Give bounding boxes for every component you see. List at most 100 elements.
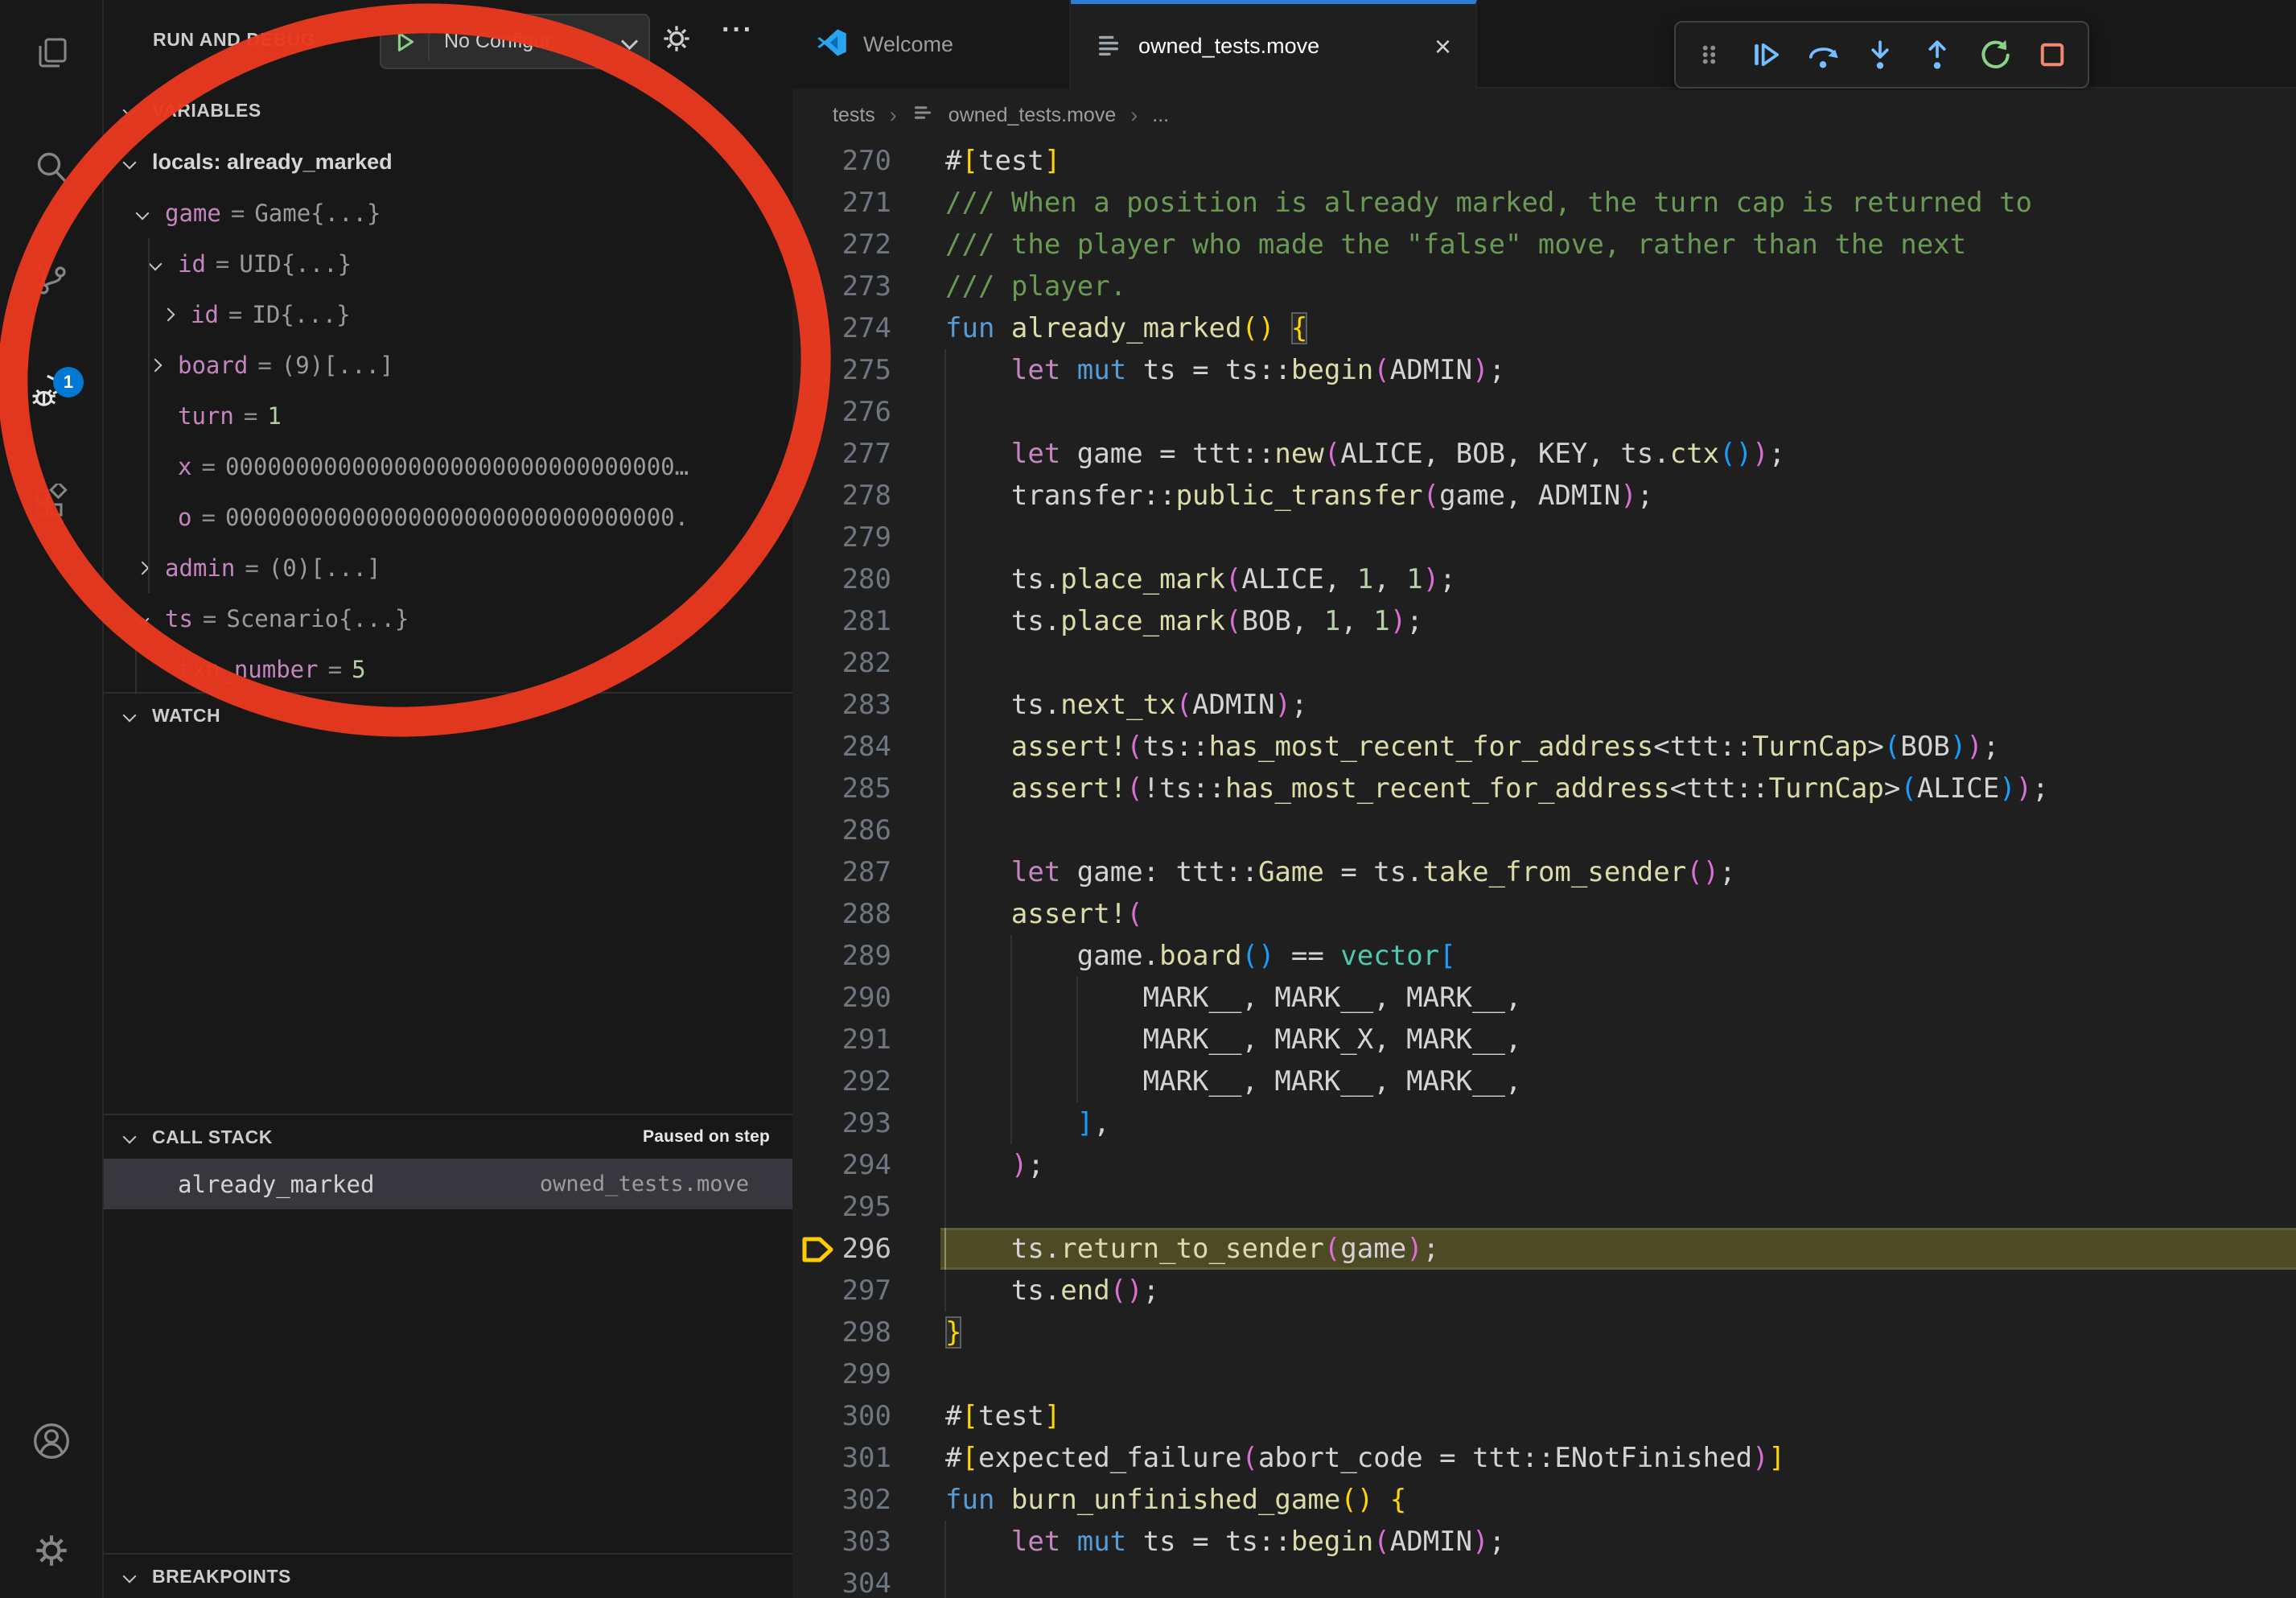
code-line-279[interactable]: 279 bbox=[792, 517, 2296, 558]
more-actions-icon[interactable]: ··· bbox=[722, 14, 754, 46]
line-number[interactable]: 299 bbox=[792, 1353, 891, 1395]
code-line-296[interactable]: 296 ts.return_to_sender(game); bbox=[792, 1228, 2296, 1270]
line-number[interactable]: 287 bbox=[792, 851, 891, 893]
search-icon[interactable] bbox=[0, 149, 102, 187]
line-number[interactable]: 284 bbox=[792, 726, 891, 768]
watch-section-header[interactable]: WATCH bbox=[104, 694, 792, 737]
code-line-303[interactable]: 303 let mut ts = ts::begin(ADMIN); bbox=[792, 1521, 2296, 1563]
line-number[interactable]: 270 bbox=[792, 140, 891, 182]
code-line-271[interactable]: 271/// When a position is already marked… bbox=[792, 182, 2296, 224]
line-number[interactable]: 276 bbox=[792, 391, 891, 433]
chevron-right-icon[interactable] bbox=[147, 360, 163, 370]
debug-stop-icon[interactable] bbox=[2035, 38, 2069, 72]
line-number[interactable]: 282 bbox=[792, 642, 891, 684]
variable-row-id[interactable]: id=ID{...} bbox=[104, 289, 792, 340]
code-line-277[interactable]: 277 let game = ttt::new(ALICE, BOB, KEY,… bbox=[792, 433, 2296, 475]
settings-gear-icon[interactable] bbox=[0, 1530, 102, 1571]
breadcrumb-item-tests[interactable]: tests bbox=[833, 104, 875, 127]
line-number[interactable]: 298 bbox=[792, 1312, 891, 1353]
variable-row-admin[interactable]: admin=(0)[...] bbox=[104, 542, 792, 593]
source-control-icon[interactable] bbox=[0, 259, 102, 298]
line-number[interactable]: 275 bbox=[792, 349, 891, 391]
variable-row-turn[interactable]: turn=1 bbox=[104, 390, 792, 441]
line-number[interactable]: 280 bbox=[792, 558, 891, 600]
variables-section-header[interactable]: VARIABLES bbox=[104, 89, 792, 132]
code-line-273[interactable]: 273/// player. bbox=[792, 266, 2296, 307]
line-number[interactable]: 279 bbox=[792, 517, 891, 558]
line-number[interactable]: 285 bbox=[792, 768, 891, 809]
tab-welcome[interactable]: Welcome bbox=[792, 0, 1071, 89]
line-number[interactable]: 290 bbox=[792, 977, 891, 1019]
code-line-278[interactable]: 278 transfer::public_transfer(game, ADMI… bbox=[792, 475, 2296, 517]
variable-row-id[interactable]: id=UID{...} bbox=[104, 238, 792, 289]
chevron-down-icon[interactable] bbox=[147, 259, 163, 269]
account-icon[interactable] bbox=[0, 1421, 102, 1461]
code-line-301[interactable]: 301#[expected_failure(abort_code = ttt::… bbox=[792, 1437, 2296, 1479]
chevron-right-icon[interactable] bbox=[160, 310, 176, 319]
line-number[interactable]: 288 bbox=[792, 893, 891, 935]
debug-step-out-icon[interactable] bbox=[1920, 38, 1954, 72]
code-line-284[interactable]: 284 assert!(ts::has_most_recent_for_addr… bbox=[792, 726, 2296, 768]
line-number[interactable]: 302 bbox=[792, 1479, 891, 1521]
explorer-icon[interactable] bbox=[0, 35, 102, 73]
code-line-304[interactable]: 304 bbox=[792, 1563, 2296, 1598]
chevron-down-icon[interactable] bbox=[121, 158, 138, 167]
line-number[interactable]: 277 bbox=[792, 433, 891, 475]
variable-row-o[interactable]: o=00000000000000000000000000000000. bbox=[104, 492, 792, 542]
code-line-295[interactable]: 295 bbox=[792, 1186, 2296, 1228]
line-number[interactable]: 295 bbox=[792, 1186, 891, 1228]
chevron-down-icon[interactable] bbox=[134, 614, 150, 624]
code-line-291[interactable]: 291 MARK__, MARK_X, MARK__, bbox=[792, 1019, 2296, 1061]
variable-row-scope[interactable]: locals: already_marked bbox=[104, 137, 792, 187]
code-line-270[interactable]: 270#[test] bbox=[792, 140, 2296, 182]
debug-continue-icon[interactable] bbox=[1748, 38, 1782, 72]
breakpoints-section-header[interactable]: BREAKPOINTS bbox=[104, 1555, 792, 1598]
line-number[interactable]: 291 bbox=[792, 1019, 891, 1061]
variable-row-game[interactable]: game=Game{...} bbox=[104, 187, 792, 238]
code-line-281[interactable]: 281 ts.place_mark(BOB, 1, 1); bbox=[792, 600, 2296, 642]
code-line-289[interactable]: 289 game.board() == vector[ bbox=[792, 935, 2296, 977]
variable-row-x[interactable]: x=00000000000000000000000000000000… bbox=[104, 441, 792, 492]
code-line-287[interactable]: 287 let game: ttt::Game = ts.take_from_s… bbox=[792, 851, 2296, 893]
debug-step-over-icon[interactable] bbox=[1806, 38, 1840, 72]
line-number[interactable]: 281 bbox=[792, 600, 891, 642]
breadcrumb-item-file[interactable]: owned_tests.move bbox=[948, 104, 1116, 127]
line-number[interactable]: 301 bbox=[792, 1437, 891, 1479]
line-number[interactable]: 300 bbox=[792, 1395, 891, 1437]
line-number[interactable]: 272 bbox=[792, 224, 891, 266]
code-line-294[interactable]: 294 ); bbox=[792, 1144, 2296, 1186]
code-line-280[interactable]: 280 ts.place_mark(ALICE, 1, 1); bbox=[792, 558, 2296, 600]
code-line-288[interactable]: 288 assert!( bbox=[792, 893, 2296, 935]
code-line-292[interactable]: 292 MARK__, MARK__, MARK__, bbox=[792, 1061, 2296, 1102]
code-line-282[interactable]: 282 bbox=[792, 642, 2296, 684]
code-line-272[interactable]: 272/// the player who made the "false" m… bbox=[792, 224, 2296, 266]
debug-restart-icon[interactable] bbox=[1978, 38, 2012, 72]
variable-row-txn_number[interactable]: txn_number=5 bbox=[104, 644, 792, 694]
run-and-debug-icon[interactable]: 1 bbox=[0, 372, 102, 412]
debug-settings-gear-icon[interactable] bbox=[659, 21, 694, 60]
line-number[interactable]: 271 bbox=[792, 182, 891, 224]
code-line-286[interactable]: 286 bbox=[792, 809, 2296, 851]
code-line-299[interactable]: 299 bbox=[792, 1353, 2296, 1395]
code-line-302[interactable]: 302fun burn_unfinished_game() { bbox=[792, 1479, 2296, 1521]
line-number[interactable]: 274 bbox=[792, 307, 891, 349]
launch-config-dropdown[interactable]: No Configur bbox=[380, 14, 650, 69]
variable-row-ts[interactable]: ts=Scenario{...} bbox=[104, 593, 792, 644]
line-number[interactable]: 293 bbox=[792, 1102, 891, 1144]
debug-gripper-icon[interactable] bbox=[1694, 39, 1725, 70]
code-line-297[interactable]: 297 ts.end(); bbox=[792, 1270, 2296, 1312]
line-number[interactable]: 303 bbox=[792, 1521, 891, 1563]
code-line-285[interactable]: 285 assert!(!ts::has_most_recent_for_add… bbox=[792, 768, 2296, 809]
breadcrumb-item-symbol[interactable]: ... bbox=[1152, 104, 1169, 127]
line-number[interactable]: 286 bbox=[792, 809, 891, 851]
line-number[interactable]: 273 bbox=[792, 266, 891, 307]
line-number[interactable]: 289 bbox=[792, 935, 891, 977]
tab-owned-tests-move[interactable]: owned_tests.move × bbox=[1071, 0, 1477, 89]
call-stack-frame[interactable]: already_marked owned_tests.move bbox=[104, 1159, 792, 1209]
line-number[interactable]: 278 bbox=[792, 475, 891, 517]
line-number[interactable]: 294 bbox=[792, 1144, 891, 1186]
line-number[interactable]: 283 bbox=[792, 684, 891, 726]
code-line-276[interactable]: 276 bbox=[792, 391, 2296, 433]
code-editor[interactable]: 270#[test]271/// When a position is alre… bbox=[792, 140, 2296, 1598]
code-line-298[interactable]: 298} bbox=[792, 1312, 2296, 1353]
